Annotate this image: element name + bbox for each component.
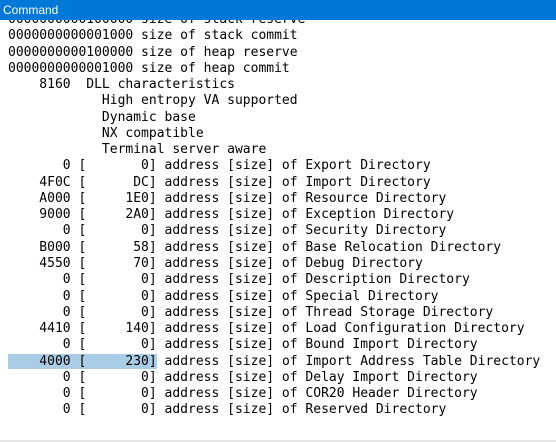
console-line: 0 [ 0] address [size] of Reserved Direct… xyxy=(8,402,447,418)
selection-highlight: 4000 [ 230] xyxy=(8,353,157,369)
console-line-text: address [size] of Import Address Table D… xyxy=(156,353,541,369)
console-line: 0 [ 0] address [size] of Thread Storage … xyxy=(8,304,494,320)
window-title: Command xyxy=(0,0,556,20)
console-line: 0 [ 0] address [size] of Special Directo… xyxy=(8,288,439,304)
console-output[interactable]: 0000000000100000 size of stack reserve00… xyxy=(0,20,556,440)
console-line: NX compatible xyxy=(8,125,204,141)
console-line: 4550 [ 70] address [size] of Debug Direc… xyxy=(8,255,423,271)
console-line: 0000000000100000 size of stack reserve xyxy=(0,20,556,28)
console-line: 0000000000001000 size of heap commit xyxy=(8,60,290,76)
console-line: 4410 [ 140] address [size] of Load Confi… xyxy=(8,321,525,337)
console-line: 0 [ 0] address [size] of Security Direct… xyxy=(8,223,447,239)
console-line: 9000 [ 2A0] address [size] of Exception … xyxy=(8,207,455,223)
console-line: 0 [ 0] address [size] of Description Dir… xyxy=(8,272,470,288)
console-line: 0 [ 0] address [size] of Bound Import Di… xyxy=(8,337,478,353)
console-line: High entropy VA supported xyxy=(8,93,298,109)
console-line: 4F0C [ DC] address [size] of Import Dire… xyxy=(8,174,431,190)
console-line: 0 [ 0] address [size] of COR20 Header Di… xyxy=(8,386,478,402)
console-line: Terminal server aware xyxy=(8,142,267,158)
console-line: Dynamic base xyxy=(8,109,196,125)
console-line-selected: 4000 [ 230] address [size] of Import Add… xyxy=(0,353,556,370)
console-line: 8160 DLL characteristics xyxy=(8,77,235,93)
command-window: Command 0000000000100000 size of stack r… xyxy=(0,0,556,442)
console-line: 0000000000001000 size of stack commit xyxy=(8,28,298,44)
console-line: B000 [ 58] address [size] of Base Reloca… xyxy=(8,239,502,255)
console-lines: 0000000000100000 size of stack reserve00… xyxy=(0,20,556,419)
console-line: A000 [ 1E0] address [size] of Resource D… xyxy=(8,190,447,206)
console-line: 0 [ 0] address [size] of Export Director… xyxy=(8,158,431,174)
console-line: 0 [ 0] address [size] of Delay Import Di… xyxy=(8,369,478,385)
console-line: 0000000000100000 size of heap reserve xyxy=(8,44,298,60)
